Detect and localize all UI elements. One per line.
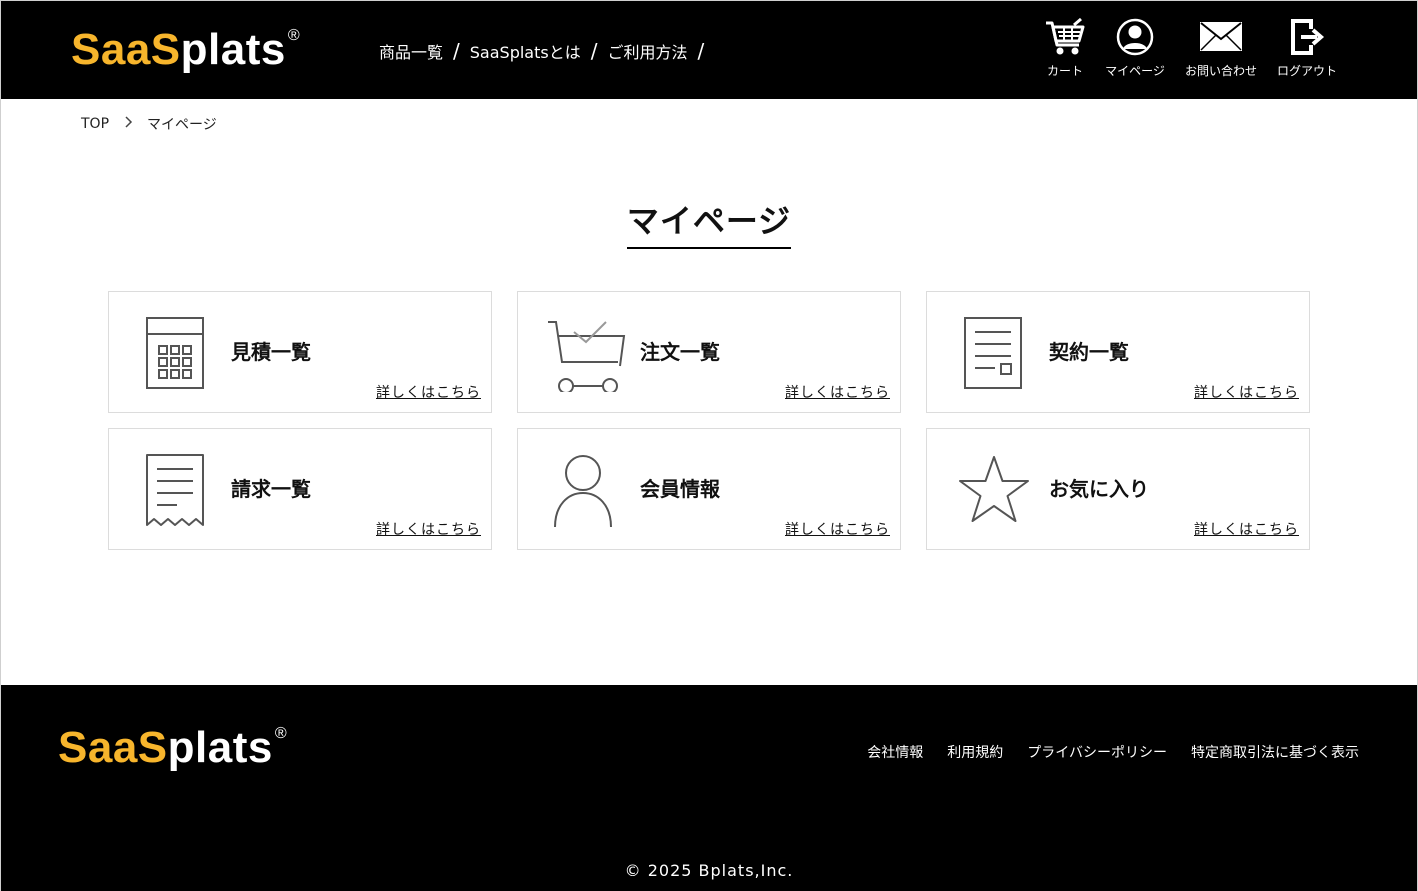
nav-link-about[interactable]: SaaSplatsとは [470, 39, 581, 63]
footer-nav: 会社情報 利用規約 プライバシーポリシー 特定商取引法に基づく表示 [843, 742, 1359, 762]
card-member-info[interactable]: 会員情報 詳しくはこちら [517, 428, 901, 550]
card-invoices[interactable]: 請求一覧 詳しくはこちら [108, 428, 492, 550]
card-title: 注文一覧 [640, 340, 720, 364]
card-title: 会員情報 [640, 477, 720, 501]
nav-separator: / [697, 39, 705, 63]
card-title: お気に入り [1049, 477, 1149, 501]
logo-registered-mark: ® [287, 27, 301, 44]
star-icon [957, 451, 1029, 529]
nav-separator: / [453, 39, 460, 63]
person-icon [548, 451, 618, 529]
page-title: マイページ [626, 201, 792, 249]
mail-icon [1181, 17, 1261, 57]
site-logo[interactable]: SaaS plats ® [71, 25, 300, 75]
logo-registered-mark: ® [274, 725, 288, 742]
copyright: © 2025 Bplats,Inc. [624, 861, 794, 880]
card-more-link[interactable]: 詳しくはこちら [376, 519, 481, 539]
cart-check-icon [548, 314, 626, 394]
card-favorites[interactable]: お気に入り 詳しくはこちら [926, 428, 1310, 550]
chevron-right-icon [125, 116, 133, 132]
nav-separator: / [590, 39, 598, 63]
header-logout-button[interactable]: ログアウト [1267, 17, 1347, 79]
nav-link-products[interactable]: 商品一覧 [379, 39, 443, 63]
footer-link-commercial-law[interactable]: 特定商取引法に基づく表示 [1191, 742, 1359, 762]
header-mypage-button[interactable]: マイページ [1095, 17, 1175, 79]
logo-text-saas: SaaS [71, 25, 181, 74]
header-cart-label: カート [1046, 64, 1083, 78]
page-title-wrap: マイページ [1, 201, 1417, 249]
card-more-link[interactable]: 詳しくはこちら [785, 519, 890, 539]
card-more-link[interactable]: 詳しくはこちら [785, 382, 890, 402]
card-contracts[interactable]: 契約一覧 詳しくはこちら [926, 291, 1310, 413]
site-header: SaaS plats ® 商品一覧 / SaaSplatsとは / ご利用方法 / … [1, 1, 1417, 99]
footer-logo[interactable]: SaaS plats ® [58, 723, 287, 773]
card-more-link[interactable]: 詳しくはこちら [1194, 519, 1299, 539]
footer-link-terms[interactable]: 利用規約 [947, 742, 1003, 762]
card-orders[interactable]: 注文一覧 詳しくはこちら [517, 291, 901, 413]
receipt-icon [139, 451, 209, 529]
header-cart-button[interactable]: カート [1025, 17, 1105, 79]
footer-link-company[interactable]: 会社情報 [867, 742, 923, 762]
logout-icon [1267, 17, 1347, 57]
card-title: 請求一覧 [231, 477, 311, 501]
card-more-link[interactable]: 詳しくはこちら [1194, 382, 1299, 402]
card-title: 見積一覧 [231, 340, 311, 364]
logo-text-plats: plats [180, 25, 286, 74]
nav-link-how-to-use[interactable]: ご利用方法 [607, 39, 687, 63]
header-contact-button[interactable]: お問い合わせ [1181, 17, 1261, 79]
card-estimates[interactable]: 見積一覧 詳しくはこちら [108, 291, 492, 413]
calculator-icon [139, 314, 209, 392]
site-footer: SaaS plats ® 会社情報 利用規約 プライバシーポリシー 特定商取引法に基… [1, 685, 1417, 891]
contract-document-icon [957, 314, 1027, 392]
logo-text-saas: SaaS [58, 723, 168, 772]
logo-text-plats: plats [167, 723, 273, 772]
breadcrumb-home-link[interactable]: TOP [81, 116, 109, 132]
header-mypage-label: マイページ [1105, 64, 1165, 78]
card-title: 契約一覧 [1049, 340, 1129, 364]
breadcrumb: TOP マイページ [81, 114, 217, 134]
global-nav: 商品一覧 / SaaSplatsとは / ご利用方法 / [379, 39, 714, 63]
footer-link-privacy[interactable]: プライバシーポリシー [1027, 742, 1167, 762]
header-contact-label: お問い合わせ [1184, 64, 1257, 78]
breadcrumb-current: マイページ [147, 117, 217, 133]
cart-icon [1025, 17, 1105, 57]
user-icon [1095, 17, 1175, 57]
card-more-link[interactable]: 詳しくはこちら [376, 382, 481, 402]
header-logout-label: ログアウト [1276, 64, 1337, 78]
